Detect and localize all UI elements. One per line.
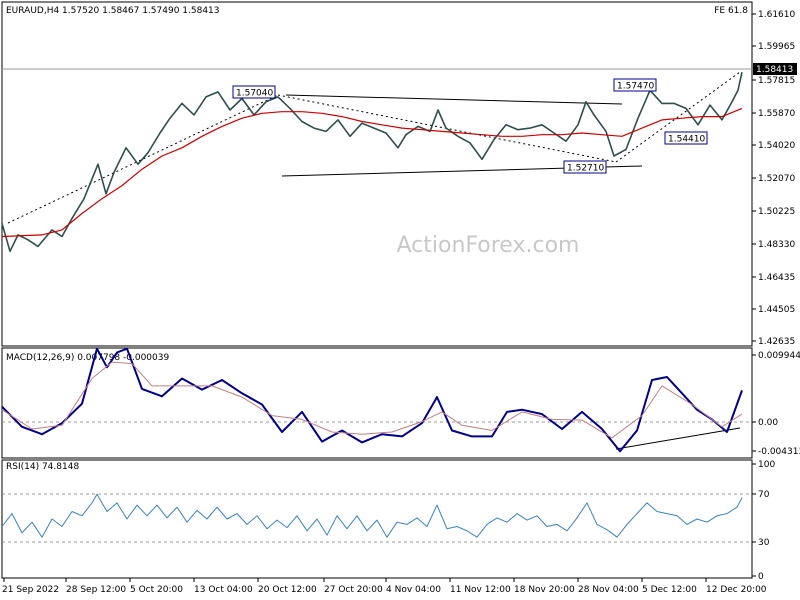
annotation-label-2: 1.57470 bbox=[617, 82, 654, 92]
annotation-label-4: 1.52710 bbox=[567, 164, 604, 174]
rsi-panel-frame bbox=[1, 459, 753, 579]
time-tick-5: 27 Oct 20:00 bbox=[324, 585, 383, 595]
time-tick-7: 11 Nov 12:00 bbox=[450, 585, 511, 595]
price-tick-4: 1.54020 bbox=[758, 141, 795, 151]
time-tick-1: 28 Sep 12:00 bbox=[66, 585, 126, 595]
price-tick-7: 1.48330 bbox=[758, 240, 795, 250]
price-tick-9: 1.44505 bbox=[758, 305, 795, 315]
time-axis: 21 Sep 2022 28 Sep 12:00 5 Oct 20:00 13 … bbox=[2, 578, 767, 595]
macd-tick-1: 0.00 bbox=[758, 418, 778, 428]
price-tick-0: 1.61610 bbox=[758, 10, 795, 20]
annotation-3: 1.54410 bbox=[664, 131, 708, 145]
rsi-tick-2: 30 bbox=[758, 538, 770, 548]
time-tick-9: 28 Nov 04:00 bbox=[578, 585, 639, 595]
time-tick-8: 18 Nov 20:00 bbox=[514, 585, 575, 595]
macd-tick-2: -0.004313 bbox=[758, 447, 800, 457]
macd-panel-frame bbox=[1, 347, 753, 459]
main-header: EURAUD,H4 1.57520 1.58467 1.57490 1.5841… bbox=[6, 6, 220, 16]
annotation-1: 1.57040 bbox=[232, 85, 276, 99]
price-tick-2: 1.57815 bbox=[758, 76, 795, 86]
annotation-label-1: 1.57040 bbox=[236, 89, 273, 99]
main-panel-frame bbox=[1, 1, 753, 347]
annotation-2: 1.57470 bbox=[613, 78, 657, 92]
time-tick-11: 12 Dec 20:00 bbox=[706, 585, 767, 595]
time-tick-2: 5 Oct 20:00 bbox=[130, 585, 183, 595]
price-tick-10: 1.42635 bbox=[758, 337, 795, 347]
time-tick-6: 4 Nov 04:00 bbox=[386, 585, 441, 595]
macd-header: MACD(12,26,9) 0.007798 -0.000039 bbox=[6, 353, 169, 363]
time-tick-10: 5 Dec 12:00 bbox=[642, 585, 697, 595]
rsi-tick-3: 0 bbox=[758, 572, 764, 582]
rsi-tick-0: 100 bbox=[758, 460, 775, 470]
price-axis: 1.61610 1.59965 1.57815 1.55870 1.54020 … bbox=[752, 10, 795, 347]
chart-root: ActionForex.com 1.57040 1.57470 1.54410 … bbox=[1, 1, 800, 595]
price-tick-5: 1.52070 bbox=[758, 174, 795, 184]
price-tick-1: 1.59965 bbox=[758, 42, 795, 52]
time-tick-3: 13 Oct 04:00 bbox=[194, 585, 253, 595]
watermark: ActionForex.com bbox=[397, 233, 580, 258]
annotation-label-3: 1.54410 bbox=[668, 135, 705, 145]
current-price-label: 1.58413 bbox=[756, 65, 793, 75]
price-tick-6: 1.50225 bbox=[758, 207, 795, 217]
macd-tick-0: 0.009944 bbox=[758, 351, 800, 361]
price-tick-8: 1.46435 bbox=[758, 273, 795, 283]
price-tick-3: 1.55870 bbox=[758, 109, 795, 119]
fe-label: FE 61.8 bbox=[714, 6, 748, 16]
time-tick-4: 20 Oct 12:00 bbox=[258, 585, 317, 595]
rsi-tick-1: 70 bbox=[758, 490, 770, 500]
time-tick-0: 21 Sep 2022 bbox=[2, 585, 59, 595]
rsi-header: RSI(14) 74.8148 bbox=[6, 462, 79, 472]
annotation-4: 1.52710 bbox=[563, 160, 607, 174]
